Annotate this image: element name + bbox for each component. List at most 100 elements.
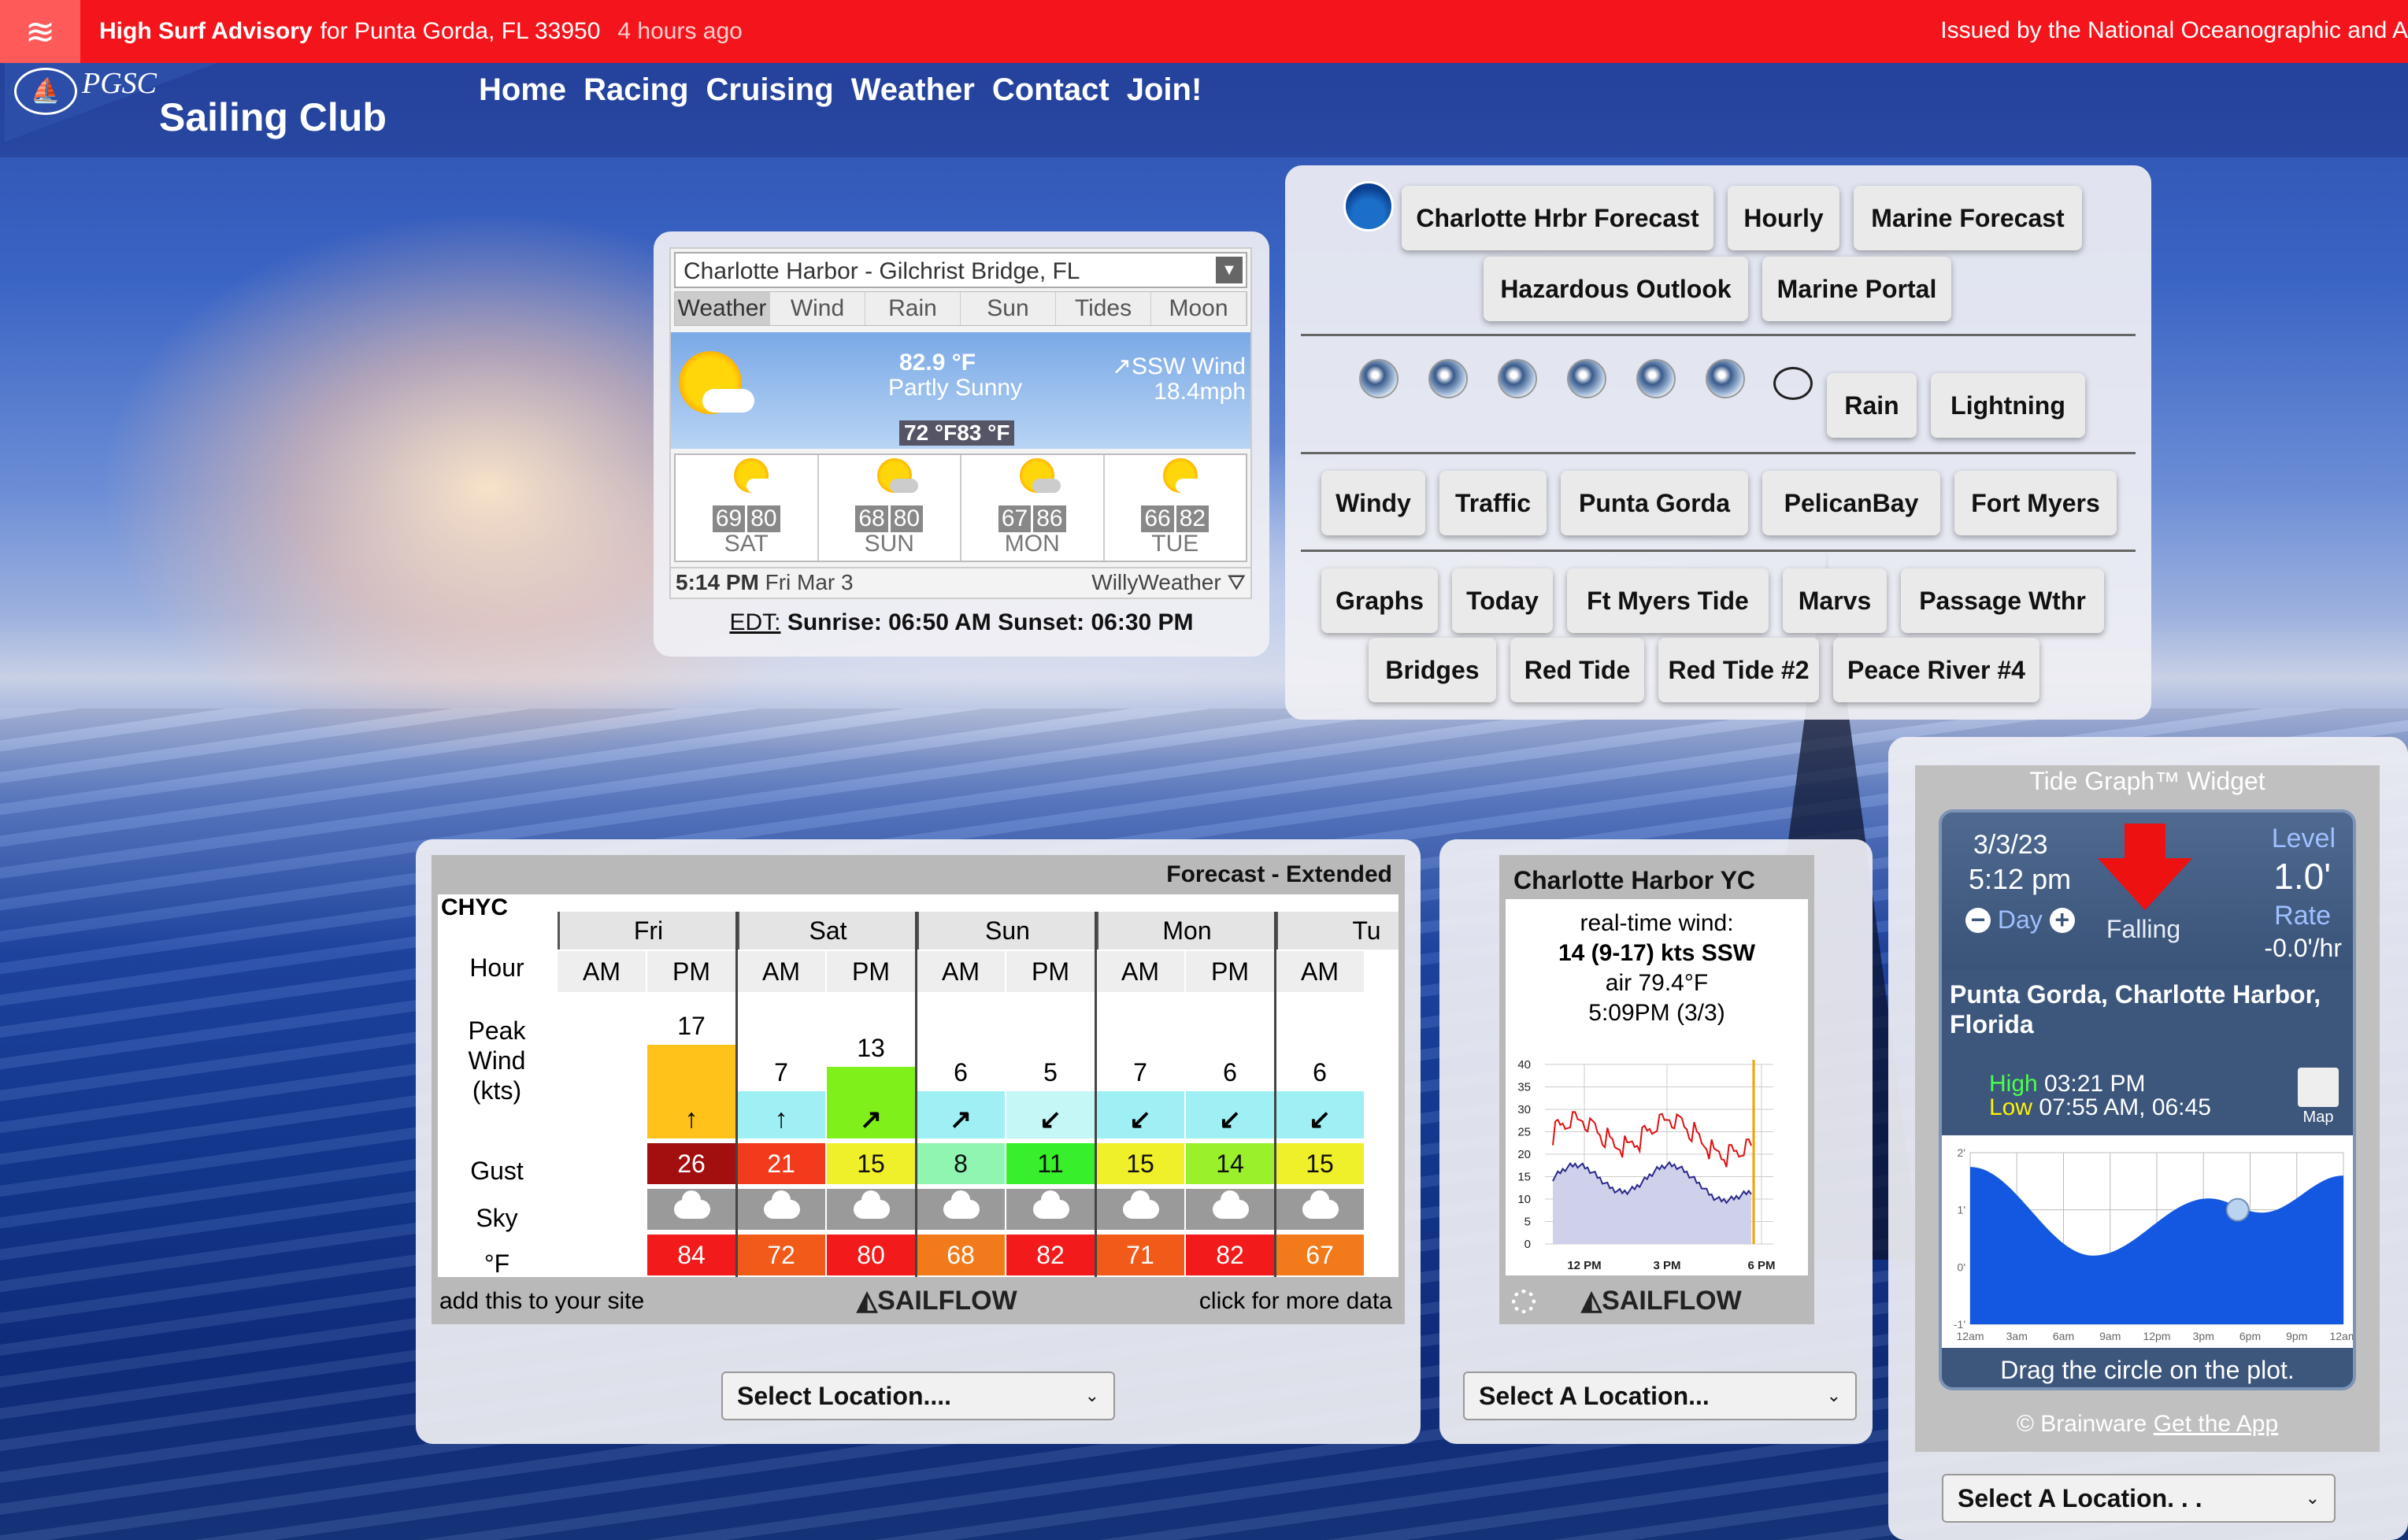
location-select[interactable]: Select Location.... ⌄ xyxy=(721,1372,1115,1420)
webcam-icon[interactable] xyxy=(1636,359,1676,405)
high-time: 03:21 PM xyxy=(2044,1071,2146,1097)
location-select-value: Select A Location... xyxy=(1479,1381,1710,1410)
tab-tides[interactable]: Tides xyxy=(1056,292,1151,325)
webcam-icon[interactable] xyxy=(1567,359,1606,405)
peace-river-4-button[interactable]: Peace River #4 xyxy=(1833,638,2039,702)
forecast-day[interactable]: 66 82 TUE xyxy=(1105,455,1247,561)
period-header: PM xyxy=(1186,951,1274,992)
gear-icon[interactable] xyxy=(1512,1290,1536,1313)
sailflow-realtime-widget[interactable]: Charlotte Harbor YC real-time wind: 14 (… xyxy=(1499,855,1814,1324)
forecast-day[interactable]: 67 86 MON xyxy=(961,455,1105,561)
tab-sun[interactable]: Sun xyxy=(961,292,1056,325)
location-select[interactable]: Select A Location. . . ⌄ xyxy=(1942,1474,2336,1523)
speech-bubble-icon[interactable] xyxy=(1773,367,1813,400)
plus-icon[interactable]: + xyxy=(2049,907,2075,933)
traffic-button[interactable]: Traffic xyxy=(1439,471,1547,535)
minus-icon[interactable]: − xyxy=(1965,907,1991,933)
hourly-button[interactable]: Hourly xyxy=(1728,186,1839,250)
sailflow-forecast-widget[interactable]: Forecast - Extended CHYC Fri Sat Sun Mon… xyxy=(432,855,1405,1324)
gust-value: 26 xyxy=(647,1143,735,1184)
hazardous-outlook-button[interactable]: Hazardous Outlook xyxy=(1484,257,1748,321)
alert-bar[interactable]: ≋ High Surf Advisory for Punta Gorda, FL… xyxy=(0,0,2408,63)
noaa-logo-icon[interactable] xyxy=(1343,181,1394,231)
graphs-button[interactable]: Graphs xyxy=(1321,568,1438,633)
sky-cloud-icon xyxy=(827,1189,915,1230)
gust-value: 15 xyxy=(1096,1143,1184,1184)
windy-button[interactable]: Windy xyxy=(1321,471,1425,535)
current-conditions[interactable]: 82.9 °F Partly Sunny ↗SSW Wind 18.4mph 7… xyxy=(671,332,1250,449)
red-tide-2-button[interactable]: Red Tide #2 xyxy=(1658,638,1819,702)
gust-line xyxy=(1552,1111,1752,1168)
punta-gorda-button[interactable]: Punta Gorda xyxy=(1561,471,1748,535)
realtime-wind-chart[interactable]: 40 35 30 25 20 15 10 5 0 12 PM 3 PM 6 PM xyxy=(1506,1047,1808,1275)
sailflow-sail-icon: ◭ xyxy=(1581,1286,1602,1316)
pelicanbay-button[interactable]: PelicanBay xyxy=(1762,471,1940,535)
fort-myers-button[interactable]: Fort Myers xyxy=(1954,471,2117,535)
surf-warning-icon: ≋ xyxy=(0,0,80,63)
more-data-link[interactable]: click for more data xyxy=(1199,1288,1392,1315)
realtime-body: real-time wind: 14 (9-17) kts SSW air 79… xyxy=(1506,899,1808,1275)
club-name[interactable]: Sailing Club xyxy=(159,94,387,140)
wind-direction-arrow-icon: ↙ xyxy=(1308,1105,1332,1135)
nav-racing[interactable]: Racing xyxy=(583,72,688,108)
webcam-icon[interactable] xyxy=(1706,359,1745,405)
timezone-label: EDT: xyxy=(729,609,781,635)
nav-cruising[interactable]: Cruising xyxy=(706,72,834,108)
peak-wind-value: 7 xyxy=(1133,1058,1147,1087)
map-icon[interactable] xyxy=(2298,1068,2339,1107)
nav-join[interactable]: Join! xyxy=(1127,72,1202,108)
tab-weather[interactable]: Weather xyxy=(675,292,770,325)
willyweather-brand: WillyWeather xyxy=(1091,570,1221,594)
tab-wind[interactable]: Wind xyxy=(770,292,865,325)
temp-value: 84 xyxy=(647,1235,735,1275)
nav-contact[interactable]: Contact xyxy=(992,72,1110,108)
nav-home[interactable]: Home xyxy=(479,72,566,108)
showers-icon xyxy=(1017,458,1061,499)
tide-time: 5:12 pm xyxy=(1969,863,2072,895)
today-button[interactable]: Today xyxy=(1452,568,1553,633)
chevron-down-icon[interactable]: ▼ xyxy=(1216,257,1243,283)
location-select[interactable]: Charlotte Harbor - Gilchrist Bridge, FL … xyxy=(674,252,1247,288)
tide-date: 3/3/23 xyxy=(1973,830,2048,860)
tab-rain[interactable]: Rain xyxy=(865,292,961,325)
passage-weather-button[interactable]: Passage Wthr xyxy=(1901,568,2104,633)
tide-plot[interactable]: 2'1'0'-1'12am3am6am9am12pm3pm6pm9pm12am xyxy=(1942,1135,2353,1348)
lightning-button[interactable]: Lightning xyxy=(1931,373,2085,438)
widget-time: 5:14 PM xyxy=(676,570,759,594)
get-app-link[interactable]: Get the App xyxy=(2154,1411,2278,1437)
rain-button[interactable]: Rain xyxy=(1827,373,1917,438)
row-label-gust: Gust xyxy=(470,1157,524,1185)
webcam-icon[interactable] xyxy=(1428,359,1468,405)
forecast-day[interactable]: 68 80 SUN xyxy=(819,455,961,561)
red-tide-button[interactable]: Red Tide xyxy=(1510,638,1644,702)
sky-cloud-icon xyxy=(1006,1189,1095,1230)
add-to-site-link[interactable]: add this to your site xyxy=(439,1288,644,1315)
logo-text: PGSC xyxy=(82,67,157,100)
level-label: Level xyxy=(2271,824,2336,853)
nav-weather[interactable]: Weather xyxy=(851,72,975,108)
sailflow-logo[interactable]: ◭SAILFLOW xyxy=(857,1285,1017,1316)
tide-chart[interactable]: 2'1'0'-1'12am3am6am9am12pm3pm6pm9pm12am xyxy=(1942,1135,2353,1348)
charlotte-harbor-forecast-button[interactable]: Charlotte Hrbr Forecast xyxy=(1402,186,1713,250)
sailflow-realtime-panel: Charlotte Harbor YC real-time wind: 14 (… xyxy=(1439,839,1873,1444)
webcam-icon[interactable] xyxy=(1359,359,1398,405)
forecast-day[interactable]: 69 80 SAT xyxy=(676,455,819,561)
sailflow-logo[interactable]: ◭SAILFLOW xyxy=(1581,1285,1742,1316)
marine-portal-button[interactable]: Marine Portal xyxy=(1762,257,1951,321)
bridges-button[interactable]: Bridges xyxy=(1369,638,1496,702)
tab-moon[interactable]: Moon xyxy=(1151,292,1247,325)
ft-myers-tide-button[interactable]: Ft Myers Tide xyxy=(1567,568,1769,633)
peak-wind-value: 6 xyxy=(1223,1058,1237,1087)
marine-forecast-button[interactable]: Marine Forecast xyxy=(1854,186,2082,250)
tide-location: Punta Gorda, Charlotte Harbor, Florida xyxy=(1950,980,2321,1038)
willyweather-link[interactable]: WillyWeather ⛛ xyxy=(1091,570,1246,596)
x-tick-label: 3am xyxy=(2006,1330,2028,1342)
current-temp: 82.9 °F xyxy=(899,350,976,376)
day-header: Fri xyxy=(558,912,737,950)
location-select[interactable]: Select A Location... ⌄ xyxy=(1463,1372,1857,1420)
webcam-icon[interactable] xyxy=(1498,359,1537,405)
wind-direction-arrow-icon: ↑ xyxy=(684,1104,698,1134)
marvs-button[interactable]: Marvs xyxy=(1783,568,1887,633)
row-label-hour: Hour xyxy=(469,953,524,982)
peak-wind-value: 6 xyxy=(1313,1058,1327,1087)
